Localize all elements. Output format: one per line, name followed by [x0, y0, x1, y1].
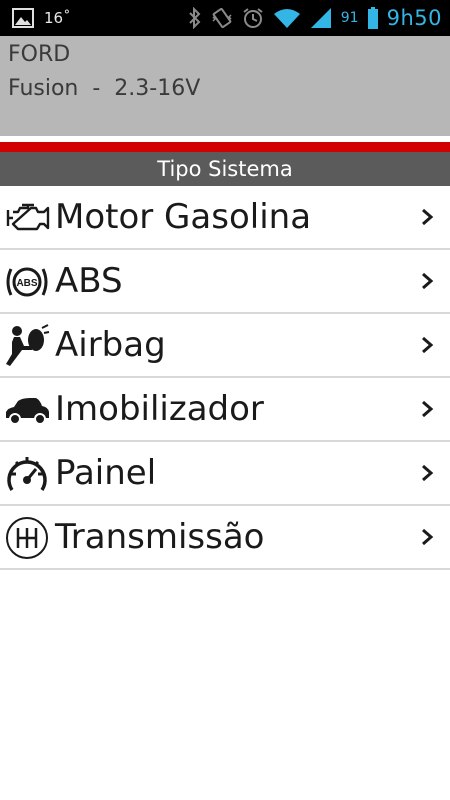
car-icon [6, 398, 49, 425]
system-item-airbag[interactable]: Airbag [0, 314, 450, 378]
abs-icon: ABS [6, 267, 48, 297]
airbag-icon [6, 324, 50, 366]
system-item-label: Transmissão [55, 517, 265, 557]
gallery-icon [12, 8, 34, 28]
system-item-label: Airbag [55, 325, 166, 365]
bluetooth-icon [189, 7, 201, 29]
wifi-icon [273, 9, 300, 28]
alarm-icon [243, 8, 263, 28]
battery-percent: 91 [340, 10, 359, 26]
gearshift-icon [6, 517, 48, 559]
battery-icon [367, 7, 378, 29]
temperature-text: 16˚ [44, 9, 71, 27]
chevron-right-icon [422, 464, 434, 482]
engine-icon [6, 203, 50, 231]
vehicle-make: FORD [8, 42, 71, 67]
divider-red-stripe [0, 142, 450, 152]
vehicle-info-panel: FORD Fusion - 2.3-16V [0, 36, 450, 136]
section-title: Tipo Sistema [0, 152, 450, 186]
system-item-imobilizador[interactable]: Imobilizador [0, 378, 450, 442]
status-bar: 16˚ 91 9h50 [0, 0, 450, 36]
chevron-right-icon [422, 208, 434, 226]
chevron-right-icon [422, 272, 434, 290]
system-item-label: ABS [55, 261, 123, 301]
chevron-right-icon [422, 528, 434, 546]
system-item-motor-gasolina[interactable]: Motor Gasolina [0, 186, 450, 250]
svg-text:ABS: ABS [16, 278, 37, 289]
chevron-right-icon [422, 400, 434, 418]
signal-icon [310, 8, 331, 28]
system-item-abs[interactable]: ABS ABS [0, 250, 450, 314]
system-item-transmissao[interactable]: Transmissão [0, 506, 450, 570]
system-item-painel[interactable]: Painel [0, 442, 450, 506]
vibrate-icon [212, 7, 232, 29]
system-item-label: Imobilizador [55, 389, 264, 429]
system-item-label: Painel [55, 453, 157, 493]
system-list: Motor Gasolina ABS ABS Airbag Imobilizad… [0, 186, 450, 570]
gauge-icon [7, 457, 47, 491]
system-item-label: Motor Gasolina [55, 197, 312, 237]
chevron-right-icon [422, 336, 434, 354]
vehicle-model: Fusion - 2.3-16V [8, 76, 201, 101]
clock: 9h50 [386, 6, 442, 30]
